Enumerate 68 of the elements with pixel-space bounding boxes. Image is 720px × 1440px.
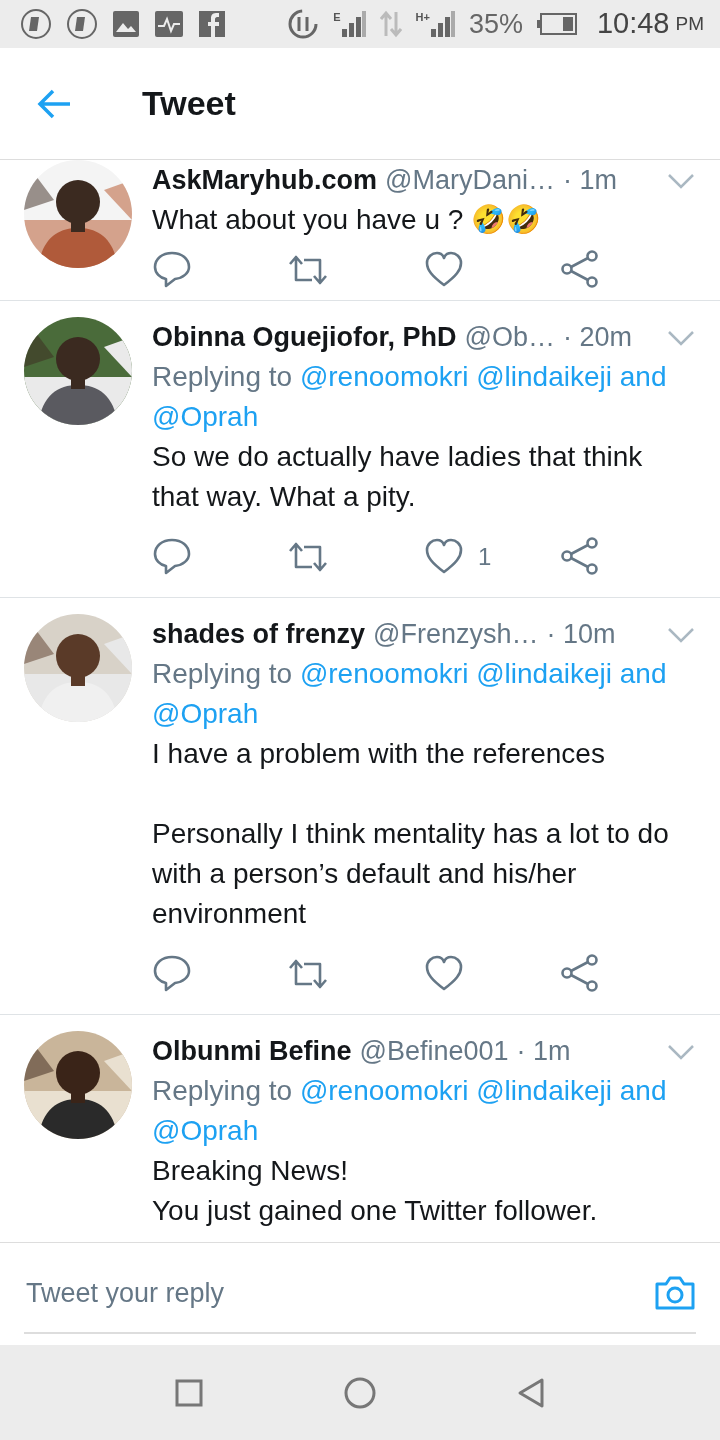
share-icon [560, 250, 600, 290]
data-arrows-icon [379, 10, 402, 38]
tweet-text: Personally I think mentality has a lot to do with a person’s default and his/her environment [152, 817, 670, 931]
reply-icon [152, 250, 192, 290]
mention-link[interactable]: @renoomokri [299, 1075, 469, 1106]
network-type-label: E [333, 11, 341, 23]
author-name: shades of frenzy [152, 618, 366, 651]
tweet-text: What about you have u ? 🤣🤣 [152, 203, 543, 237]
back-arrow-icon [36, 87, 72, 120]
reply-icon [152, 537, 192, 577]
page-title: Tweet [142, 83, 236, 124]
like-count: 1 [478, 542, 492, 572]
square-icon [175, 1378, 203, 1407]
clock-time: 10:48 [596, 6, 670, 42]
tweet-text: So we do actually have ladies that think that way. What a pity. [152, 440, 644, 514]
mention-link[interactable]: @Oprah [152, 401, 259, 432]
replying-to-line: Replying to @renoomokri @lindaikeji and @Oprah [152, 1074, 668, 1148]
social-app-icon [198, 10, 226, 38]
back-nav-button[interactable] [517, 1376, 545, 1409]
mention-link[interactable]: @lindaikeji [476, 658, 612, 689]
tweet-text: Breaking News! You just gained one Twitter follower. [152, 1154, 599, 1228]
sync-icon [287, 8, 320, 40]
tweet-text: I have a problem with the references [152, 737, 606, 771]
mention-link[interactable]: @renoomokri [299, 361, 469, 392]
author-name: AskMaryhub.com [152, 164, 378, 197]
like-button[interactable]: 1 [424, 537, 560, 577]
reply-field[interactable]: Tweet your reply [24, 1271, 654, 1315]
chevron-down-icon [666, 328, 696, 347]
author-handle: @Ob… [464, 321, 555, 354]
signal-icon [430, 11, 455, 37]
activity-icon [154, 10, 184, 38]
camera-button[interactable] [654, 1275, 696, 1311]
mention-link[interactable]: @Oprah [152, 698, 259, 729]
author-name: Olbunmi Befine [152, 1035, 352, 1068]
recents-button[interactable] [175, 1378, 203, 1407]
author-handle: @Befine001 [359, 1035, 509, 1068]
battery-percent: 35% [468, 7, 523, 41]
clock-period: PM [675, 11, 704, 36]
author-handle: @Frenzysh… [373, 618, 539, 651]
home-button[interactable] [343, 1375, 377, 1410]
mention-link[interactable]: @renoomokri [299, 658, 469, 689]
mention-link[interactable]: @lindaikeji [476, 361, 612, 392]
chevron-down-icon [666, 625, 696, 644]
mention-link[interactable]: @Oprah [152, 1115, 259, 1146]
reply-icon [152, 954, 192, 994]
share-icon [560, 537, 600, 577]
chevron-down-icon [666, 1042, 696, 1061]
camera-icon [654, 1275, 696, 1311]
signal-icon [341, 11, 366, 37]
author-name: Obinna Oguejiofor, PhD [152, 321, 457, 354]
tweet-time: · 1m [516, 1035, 571, 1068]
tweet-time: · 20m [562, 321, 632, 354]
mention-link[interactable]: @lindaikeji [476, 1075, 612, 1106]
battery-icon [536, 13, 577, 35]
chevron-down-icon [666, 171, 696, 190]
triangle-icon [517, 1376, 545, 1409]
author-handle: @MaryDani… [385, 164, 555, 197]
share-icon [560, 954, 600, 994]
back-button[interactable] [36, 87, 72, 120]
network-type-label: H+ [415, 11, 430, 23]
tweet-time: · 1m [563, 164, 617, 197]
circle-icon [343, 1375, 377, 1410]
replying-to-line: Replying to @renoomokri @lindaikeji and @Oprah [152, 657, 668, 731]
tweet-time: · 10m [546, 618, 616, 651]
image-icon [112, 10, 140, 38]
notification-icon [66, 8, 98, 40]
notification-icon [20, 8, 52, 40]
replying-to-line: Replying to @renoomokri @lindaikeji and @Oprah [152, 360, 668, 434]
